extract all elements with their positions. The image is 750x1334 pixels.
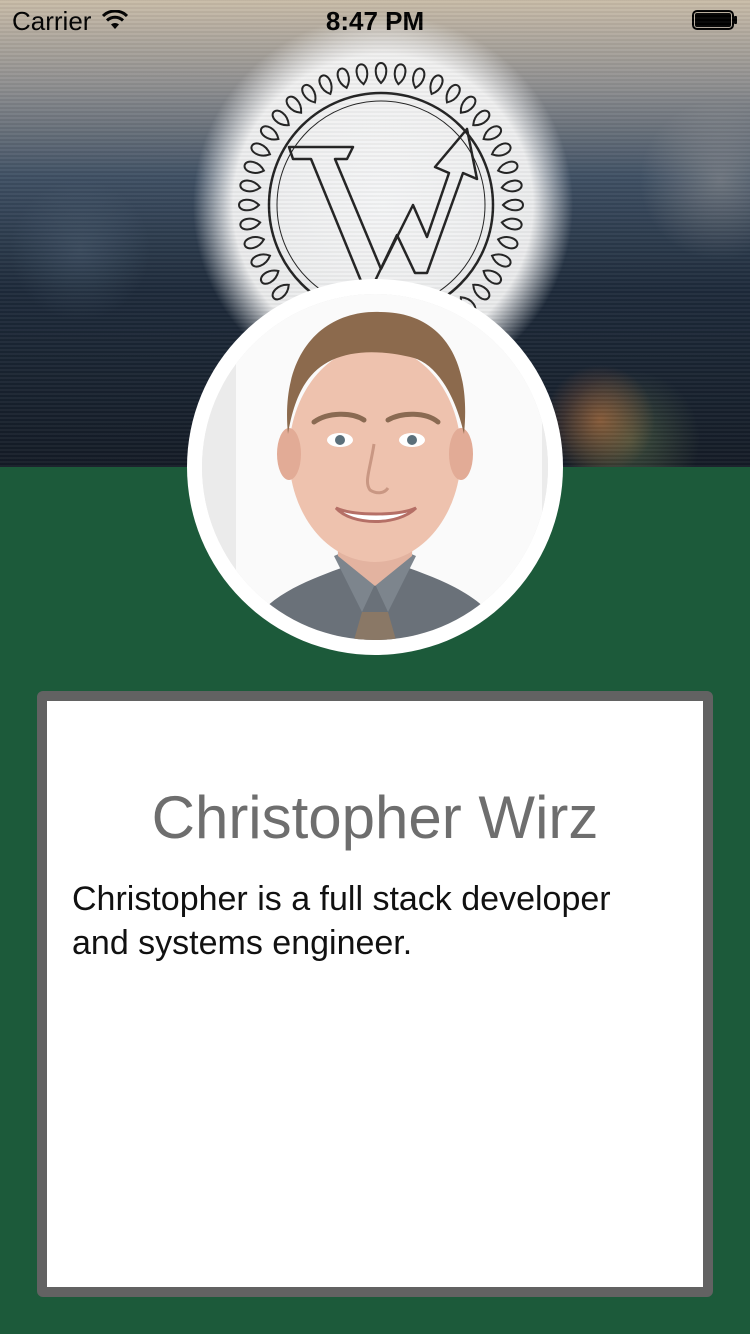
wreath-leaf [501,198,525,212]
wreath-leaf [445,83,461,104]
avatar[interactable] [187,279,563,655]
wreath-leaf [472,109,491,127]
wreath-leaf [237,198,261,212]
wreath-leaf [374,61,388,85]
wreath-leaf [336,67,350,90]
wreath-leaf [482,269,503,285]
status-time: 8:47 PM [325,6,425,36]
wreath-leaf [250,142,272,157]
wreath-leaf [500,217,523,231]
wreath-leaf [239,217,262,231]
wreath-leaf [271,109,290,127]
profile-bio: Christopher is a full stack developer an… [72,880,611,962]
wreath-leaf [243,236,266,250]
wreath-leaf [355,63,369,86]
wreath-leaf [500,179,523,193]
wreath-leaf [318,74,333,96]
battery-icon [692,10,737,30]
wreath-leaf [496,236,519,250]
wreath-leaf [393,63,407,86]
wreath-leaf [459,95,477,114]
wreath-leaf [429,74,444,96]
wreath-leaf [243,160,266,174]
status-bar: Carrier 8:47 PM [0,0,750,40]
profile-name: Christopher Wirz [151,784,599,851]
profile-photo [202,294,548,640]
wreath-leaf [301,83,317,104]
wreath-leaf [472,283,491,301]
wreath-leaf [412,67,426,90]
wreath-leaf [490,253,512,268]
wreath-leaf [250,253,272,268]
wreath-leaf [259,269,280,285]
wreath-leaf [239,179,262,193]
wreath-leaf [259,125,280,141]
wreath-leaf [482,125,503,141]
wreath-leaf [285,95,303,114]
profile-card: Christopher Wirz Christopher is a full s… [37,691,713,1297]
wreath-leaf [496,160,519,174]
wreath-leaf [490,142,512,157]
